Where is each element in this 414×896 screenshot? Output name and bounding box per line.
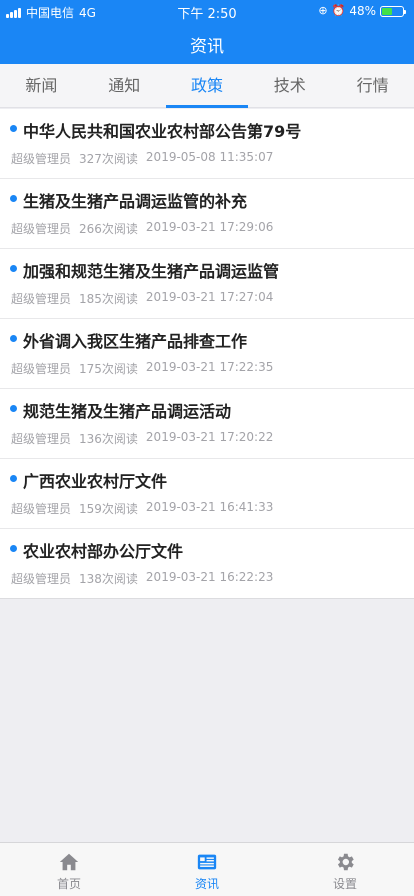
tabbar-settings-label: 设置 <box>332 877 357 891</box>
rotation-lock-icon: ⊕ <box>318 4 328 17</box>
article-reads: 266次阅读 <box>79 222 138 236</box>
article-meta: 超级管理员 159次阅读 2019-03-21 16:41:33 <box>11 500 273 517</box>
article-reads: 159次阅读 <box>79 502 138 516</box>
article-date: 2019-03-21 17:29:06 <box>145 220 274 234</box>
tabbar-news-label: 资讯 <box>194 877 219 891</box>
article-author: 超级管理员 <box>11 152 72 166</box>
bullet-dot-icon <box>10 265 17 272</box>
article-date: 2019-03-21 16:22:23 <box>145 570 274 584</box>
article-author: 超级管理员 <box>11 432 72 446</box>
bullet-dot-icon <box>10 545 17 552</box>
list-item[interactable]: 加强和规范生猪及生猪产品调运监管 超级管理员 185次阅读 2019-03-21… <box>0 249 414 319</box>
article-reads: 136次阅读 <box>79 432 138 446</box>
tab-notice[interactable]: 通知 <box>83 64 166 107</box>
article-title: 加强和规范生猪及生猪产品调运监管 <box>23 262 280 281</box>
bullet-dot-icon <box>10 195 17 202</box>
article-author: 超级管理员 <box>11 502 72 516</box>
article-title: 中华人民共和国农业农村部公告第79号 <box>23 122 302 141</box>
battery-fill <box>382 7 392 15</box>
tabbar-news[interactable]: 资讯 <box>138 843 276 896</box>
article-meta: 超级管理员 185次阅读 2019-03-21 17:27:04 <box>11 290 273 307</box>
tabbar-home-label: 首页 <box>56 877 81 891</box>
article-author: 超级管理员 <box>11 362 72 376</box>
list-item[interactable]: 生猪及生猪产品调运监管的补充 超级管理员 266次阅读 2019-03-21 1… <box>0 179 414 249</box>
list-item[interactable]: 外省调入我区生猪产品排查工作 超级管理员 175次阅读 2019-03-21 1… <box>0 319 414 389</box>
list-item[interactable]: 农业农村部办公厅文件 超级管理员 138次阅读 2019-03-21 16:22… <box>0 529 414 599</box>
article-meta: 超级管理员 175次阅读 2019-03-21 17:22:35 <box>11 360 273 377</box>
article-meta: 超级管理员 266次阅读 2019-03-21 17:29:06 <box>11 220 273 237</box>
article-title: 规范生猪及生猪产品调运活动 <box>23 402 232 421</box>
bullet-dot-icon <box>10 475 17 482</box>
article-list: 中华人民共和国农业农村部公告第79号 超级管理员 327次阅读 2019-05-… <box>0 109 414 599</box>
article-date: 2019-03-21 17:22:35 <box>145 360 274 374</box>
article-date: 2019-05-08 11:35:07 <box>145 150 274 164</box>
tabbar-settings[interactable]: 设置 <box>276 843 414 896</box>
tab-tech[interactable]: 技术 <box>248 64 331 107</box>
article-title: 广西农业农村厅文件 <box>23 472 168 491</box>
battery-percent: 48% <box>349 4 376 18</box>
app-header: 中国电信 4G 下午 2:50 ⊕ ⏰ 48% 资讯 <box>0 0 414 64</box>
category-tabs: 新闻 通知 政策 技术 行情 <box>0 64 414 108</box>
article-reads: 175次阅读 <box>79 362 138 376</box>
article-meta: 超级管理员 327次阅读 2019-05-08 11:35:07 <box>11 150 273 167</box>
bullet-dot-icon <box>10 405 17 412</box>
list-item[interactable]: 广西农业农村厅文件 超级管理员 159次阅读 2019-03-21 16:41:… <box>0 459 414 529</box>
status-bar: 中国电信 4G 下午 2:50 ⊕ ⏰ 48% <box>0 0 414 22</box>
bullet-dot-icon <box>10 335 17 342</box>
news-icon <box>197 854 217 870</box>
alarm-icon: ⏰ <box>331 4 346 17</box>
article-author: 超级管理员 <box>11 572 72 586</box>
tab-market[interactable]: 行情 <box>331 64 414 107</box>
status-right: ⊕ ⏰ 48% <box>318 4 406 18</box>
article-date: 2019-03-21 16:41:33 <box>145 500 274 514</box>
article-title: 生猪及生猪产品调运监管的补充 <box>23 192 248 211</box>
article-meta: 超级管理员 138次阅读 2019-03-21 16:22:23 <box>11 570 273 587</box>
bottom-tab-bar: 首页 资讯 设置 <box>0 842 414 896</box>
article-author: 超级管理员 <box>11 222 72 236</box>
home-icon <box>59 853 79 871</box>
article-meta: 超级管理员 136次阅读 2019-03-21 17:20:22 <box>11 430 273 447</box>
article-date: 2019-03-21 17:27:04 <box>145 290 274 304</box>
tabbar-home[interactable]: 首页 <box>0 843 138 896</box>
list-item[interactable]: 规范生猪及生猪产品调运活动 超级管理员 136次阅读 2019-03-21 17… <box>0 389 414 459</box>
list-item[interactable]: 中华人民共和国农业农村部公告第79号 超级管理员 327次阅读 2019-05-… <box>0 109 414 179</box>
tab-policy[interactable]: 政策 <box>165 64 249 108</box>
article-date: 2019-03-21 17:20:22 <box>145 430 274 444</box>
article-author: 超级管理员 <box>11 292 72 306</box>
battery-icon <box>380 5 406 17</box>
page-title: 资讯 <box>190 37 224 57</box>
article-reads: 185次阅读 <box>79 292 138 306</box>
tab-news[interactable]: 新闻 <box>0 64 83 107</box>
article-reads: 138次阅读 <box>79 572 138 586</box>
article-reads: 327次阅读 <box>79 152 138 166</box>
bullet-dot-icon <box>10 125 17 132</box>
article-title: 外省调入我区生猪产品排查工作 <box>23 332 248 351</box>
article-title: 农业农村部办公厅文件 <box>23 542 184 561</box>
gear-icon <box>337 853 354 871</box>
